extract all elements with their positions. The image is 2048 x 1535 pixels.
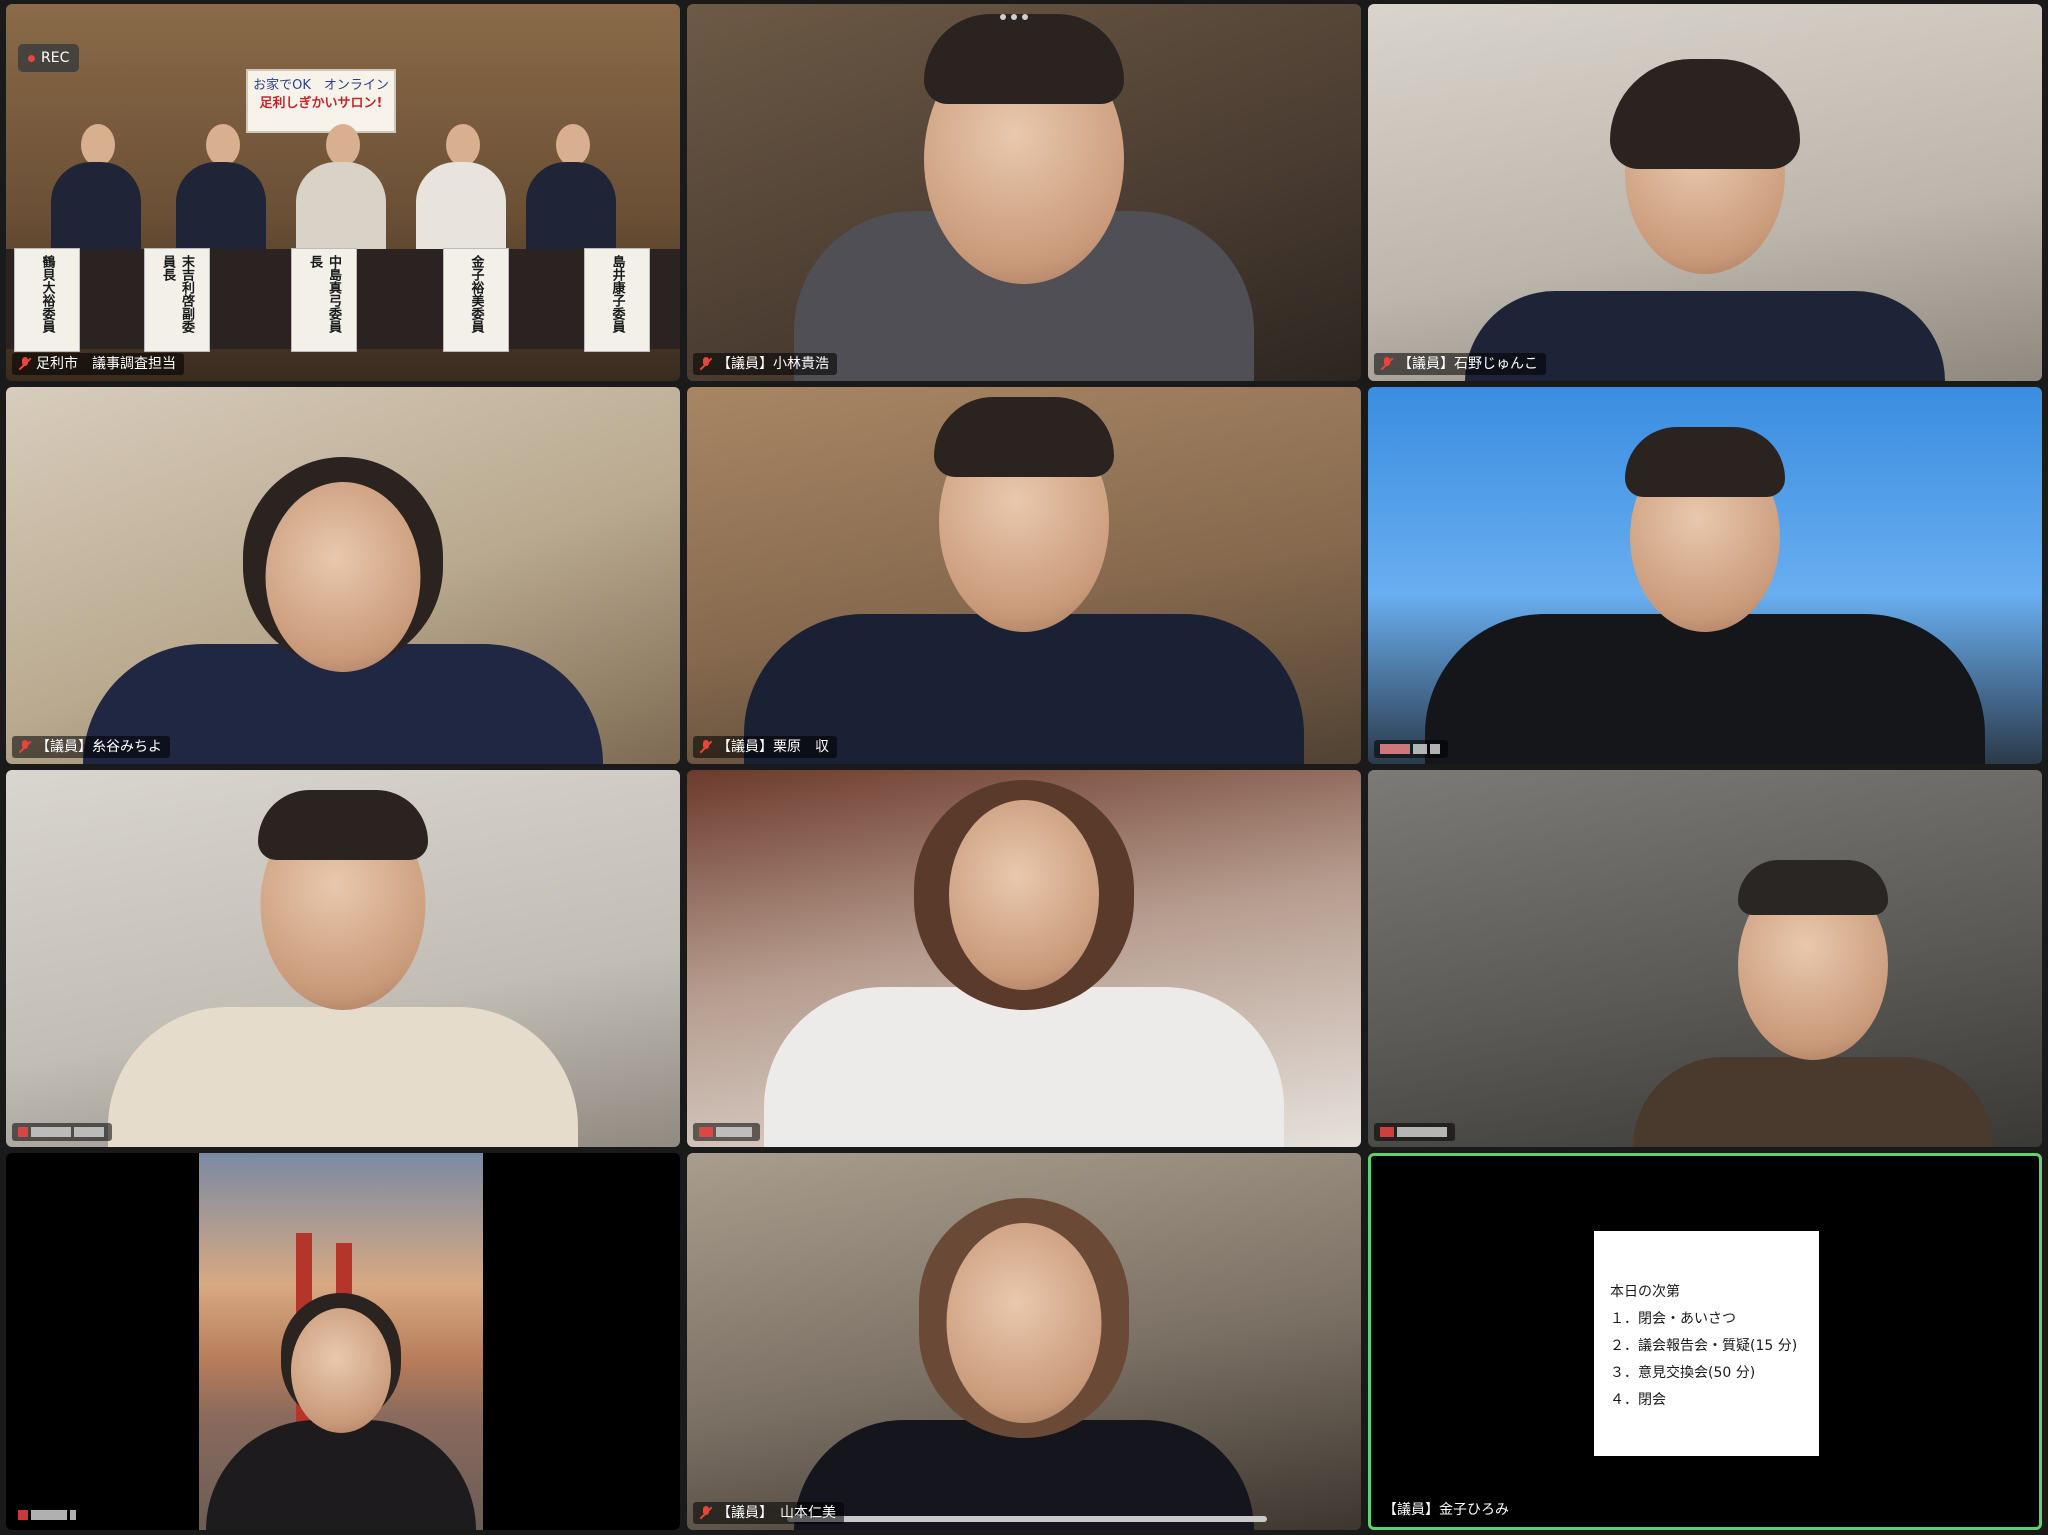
video-gallery-grid: REC お家でOK オンライン 足利しぎかいサロン! 鶴貝大裕委員 末吉利啓副委… [6,4,2042,1531]
video-tile-participant-7[interactable] [6,770,680,1147]
video-tile-participant-6[interactable] [1368,387,2042,764]
participant-name-label: 【議員】 山本仁美 [693,1502,844,1524]
nameplate: 島井康子委員 [584,248,650,352]
video-tile-participant-9[interactable] [1368,770,2042,1147]
agenda-slide: 本日の次第 １．閉会・あいさつ ２．議会報告会・質疑(15 分) ３．意見交換会… [1594,1231,1819,1456]
participant-figure [416,124,506,254]
participant-hair [1610,59,1800,169]
video-tile-participant-8[interactable] [687,770,1361,1147]
nameplate: 金子裕美委員 [443,248,509,352]
horizontal-scrollbar[interactable] [787,1516,1267,1522]
participant-face [291,1308,391,1433]
participant-hair [1625,427,1785,497]
mic-muted-icon [699,357,713,371]
agenda-item: ２．議会報告会・質疑(15 分) [1610,1338,1798,1354]
participant-name-label: 【議員】金子ひろみ [1377,1499,1517,1521]
participant-figure [176,124,266,254]
participant-body [1632,1057,1993,1147]
participant-name-label: 【議員】栗原 収 [693,736,837,758]
participant-hair [934,397,1114,477]
mic-muted-icon [18,740,32,754]
participant-name: 【議員】糸谷みちよ [36,739,162,755]
mic-muted-icon [699,1506,713,1520]
nameplate: 末吉利啓副委員長 [144,248,210,352]
participant-hair [1737,860,1888,915]
participant-name-label [1374,1123,1455,1141]
agenda-item: ４．閉会 [1610,1392,1666,1408]
mic-muted-icon [1380,357,1394,371]
participant-figure [51,124,141,254]
blurred-name [18,1127,104,1137]
video-tile-kaneko-active-speaker[interactable]: 本日の次第 １．閉会・あいさつ ２．議会報告会・質疑(15 分) ３．意見交換会… [1368,1153,2042,1530]
video-tile-kurihara[interactable]: 【議員】栗原 収 [687,387,1361,764]
participant-figure [296,124,386,254]
recording-label: REC [41,50,70,66]
blurred-name [1380,744,1440,754]
blurred-name [699,1127,752,1137]
more-options-icon[interactable] [1000,14,1028,20]
participant-name: 足利市 議事調査担当 [36,356,176,372]
mic-muted-icon [699,740,713,754]
participant-name-label: 足利市 議事調査担当 [12,353,184,375]
blurred-name [18,1510,76,1520]
participant-name: 【議員】金子ひろみ [1383,1502,1509,1518]
mic-muted-icon [18,357,32,371]
participant-figure [526,124,616,254]
participant-name-label [693,1123,760,1141]
participant-hair [924,14,1124,104]
participant-name: 【議員】 山本仁美 [717,1505,836,1521]
participant-body [1425,614,1985,764]
blurred-name [1380,1127,1447,1137]
video-tile-yamamoto[interactable]: 【議員】 山本仁美 [687,1153,1361,1530]
participant-body [764,987,1284,1147]
banner-line-1: お家でOK オンライン [253,78,389,93]
participant-name-label: 【議員】石野じゅんこ [1374,353,1546,375]
agenda-item: １．閉会・あいさつ [1610,1311,1736,1327]
agenda-item: ３．意見交換会(50 分) [1610,1365,1756,1381]
participant-name: 【議員】石野じゅんこ [1398,356,1538,372]
video-tile-kobayashi[interactable]: 【議員】小林貴浩 [687,4,1361,381]
participant-name-label: 【議員】小林貴浩 [693,353,837,375]
video-tile-itoya[interactable]: 【議員】糸谷みちよ [6,387,680,764]
participant-name-label [12,1506,84,1524]
participant-name: 【議員】小林貴浩 [717,356,829,372]
nameplate: 鶴貝大裕委員 [14,248,80,352]
participant-face [946,1223,1102,1423]
banner-line-2: 足利しぎかいサロン! [259,96,383,111]
nameplate: 中島真弓委員長 [291,248,357,352]
record-dot-icon [28,54,35,62]
agenda-title: 本日の次第 [1610,1284,1680,1300]
participant-name-label [1374,740,1448,758]
participant-hair [258,790,428,860]
recording-badge: REC [18,44,80,72]
participant-face [949,800,1099,990]
participant-body [108,1007,578,1147]
video-tile-ashikaga-city[interactable]: REC お家でOK オンライン 足利しぎかいサロン! 鶴貝大裕委員 末吉利啓副委… [6,4,680,381]
video-tile-ishino[interactable]: 【議員】石野じゅんこ [1368,4,2042,381]
participant-face [265,482,421,672]
participant-name-label: 【議員】糸谷みちよ [12,736,170,758]
participant-name-label [12,1123,112,1141]
participant-name: 【議員】栗原 収 [717,739,829,755]
video-tile-participant-10[interactable] [6,1153,680,1530]
